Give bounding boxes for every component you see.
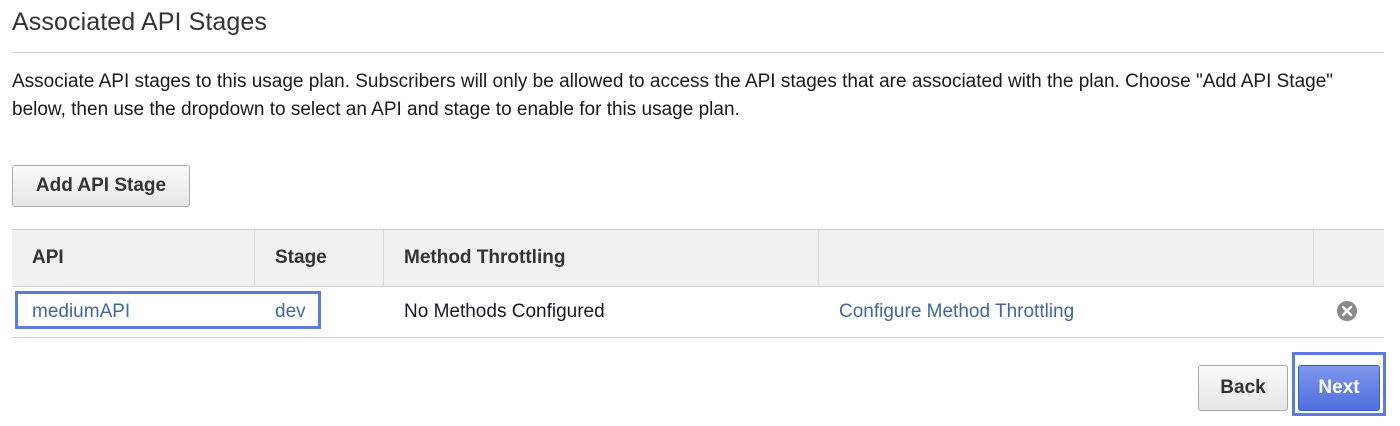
next-button[interactable]: Next — [1298, 365, 1380, 411]
column-header-method-throttling: Method Throttling — [384, 230, 819, 286]
table-header: API Stage Method Throttling — [12, 230, 1384, 287]
table-row: mediumAPI dev No Methods Configured Conf… — [12, 287, 1384, 337]
column-header-stage: Stage — [255, 230, 384, 286]
remove-circle-icon[interactable] — [1336, 300, 1358, 322]
title-divider — [12, 52, 1384, 53]
back-button[interactable]: Back — [1198, 365, 1288, 411]
column-header-api: API — [12, 230, 255, 286]
add-api-stage-button[interactable]: Add API Stage — [12, 165, 190, 207]
configure-method-throttling-link[interactable]: Configure Method Throttling — [819, 287, 1314, 337]
method-throttling-status: No Methods Configured — [404, 301, 605, 322]
stage-name-link[interactable]: dev — [255, 287, 384, 337]
api-stages-table: API Stage Method Throttling mediumAPI de… — [12, 229, 1384, 338]
column-header-remove — [1314, 230, 1384, 286]
column-header-action — [819, 230, 1314, 286]
section-title: Associated API Stages — [12, 8, 268, 36]
api-name-link[interactable]: mediumAPI — [12, 287, 255, 337]
section-description: Associate API stages to this usage plan.… — [12, 71, 1334, 120]
